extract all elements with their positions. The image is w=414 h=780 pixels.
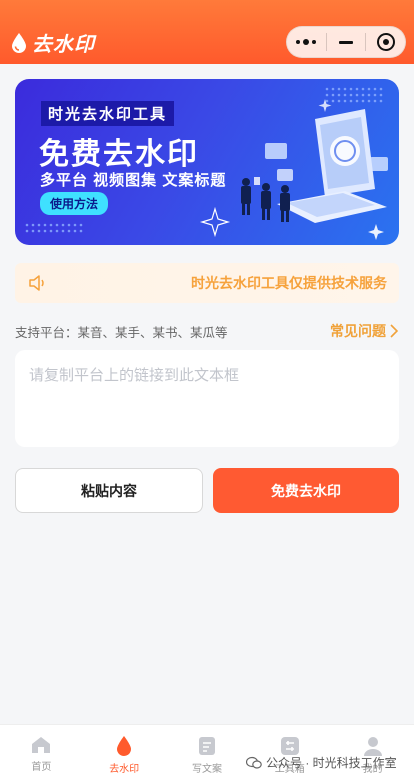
tab-profile[interactable]: 我的 (331, 725, 414, 780)
watermark-text: 公众号 · 时光科技工作室 (266, 756, 397, 770)
supported-platforms: 支持平台：某音、某手、某书、某瓜等 (15, 326, 228, 340)
banner-headline: 免费去水印 (39, 138, 199, 171)
faq-label: 常见问题 (330, 323, 386, 339)
tab-label: 首页 (31, 762, 52, 773)
droplet-logo-icon (12, 32, 26, 53)
target-icon (376, 33, 395, 51)
page-title: 去水印 (32, 34, 95, 56)
wechat-icon (246, 756, 262, 769)
tab-label: 写文案 (191, 764, 222, 775)
more-dots-icon (296, 39, 317, 45)
faq-link[interactable]: 常见问题 (330, 321, 398, 341)
wechat-watermark: 公众号 · 时光科技工作室 (246, 754, 397, 771)
tab-home[interactable]: 首页 (0, 725, 83, 780)
link-input[interactable] (15, 350, 399, 447)
banner-subline: 多平台 视频图集 文案标题 (40, 172, 227, 189)
usage-guide-button[interactable]: 使用方法 (40, 192, 109, 215)
brand: 去水印 (10, 28, 95, 57)
notice-text: 时光去水印工具仅提供技术服务 (191, 275, 387, 291)
minus-icon (339, 40, 353, 44)
speaker-icon (29, 275, 44, 291)
minimize-button[interactable] (327, 26, 366, 58)
tab-label: 去水印 (109, 764, 140, 775)
tab-write-copy[interactable]: 写文案 (166, 725, 249, 780)
edit-icon (198, 737, 215, 755)
banner-tag: 时光去水印工具 (41, 101, 175, 126)
tab-toolbox[interactable]: 工具箱 (248, 725, 331, 780)
chevron-right-icon (390, 324, 398, 338)
promo-banner[interactable]: 时光去水印工具 免费去水印 多平台 视频图集 文案标题 使用方法 (15, 79, 399, 245)
app-header: 去水印 (0, 0, 414, 64)
more-button[interactable] (287, 26, 326, 58)
paste-button[interactable]: 粘贴内容 (15, 468, 203, 513)
tab-bar: 首页 去水印 写文案 工具箱 我的 (0, 724, 414, 780)
home-icon (32, 737, 51, 753)
close-button[interactable] (366, 26, 405, 58)
remove-watermark-button[interactable]: 免费去水印 (213, 468, 399, 513)
miniapp-capsule (286, 26, 406, 58)
droplet-icon (117, 736, 132, 756)
tab-remove-watermark[interactable]: 去水印 (83, 725, 166, 780)
notice-bar: 时光去水印工具仅提供技术服务 (15, 263, 399, 303)
